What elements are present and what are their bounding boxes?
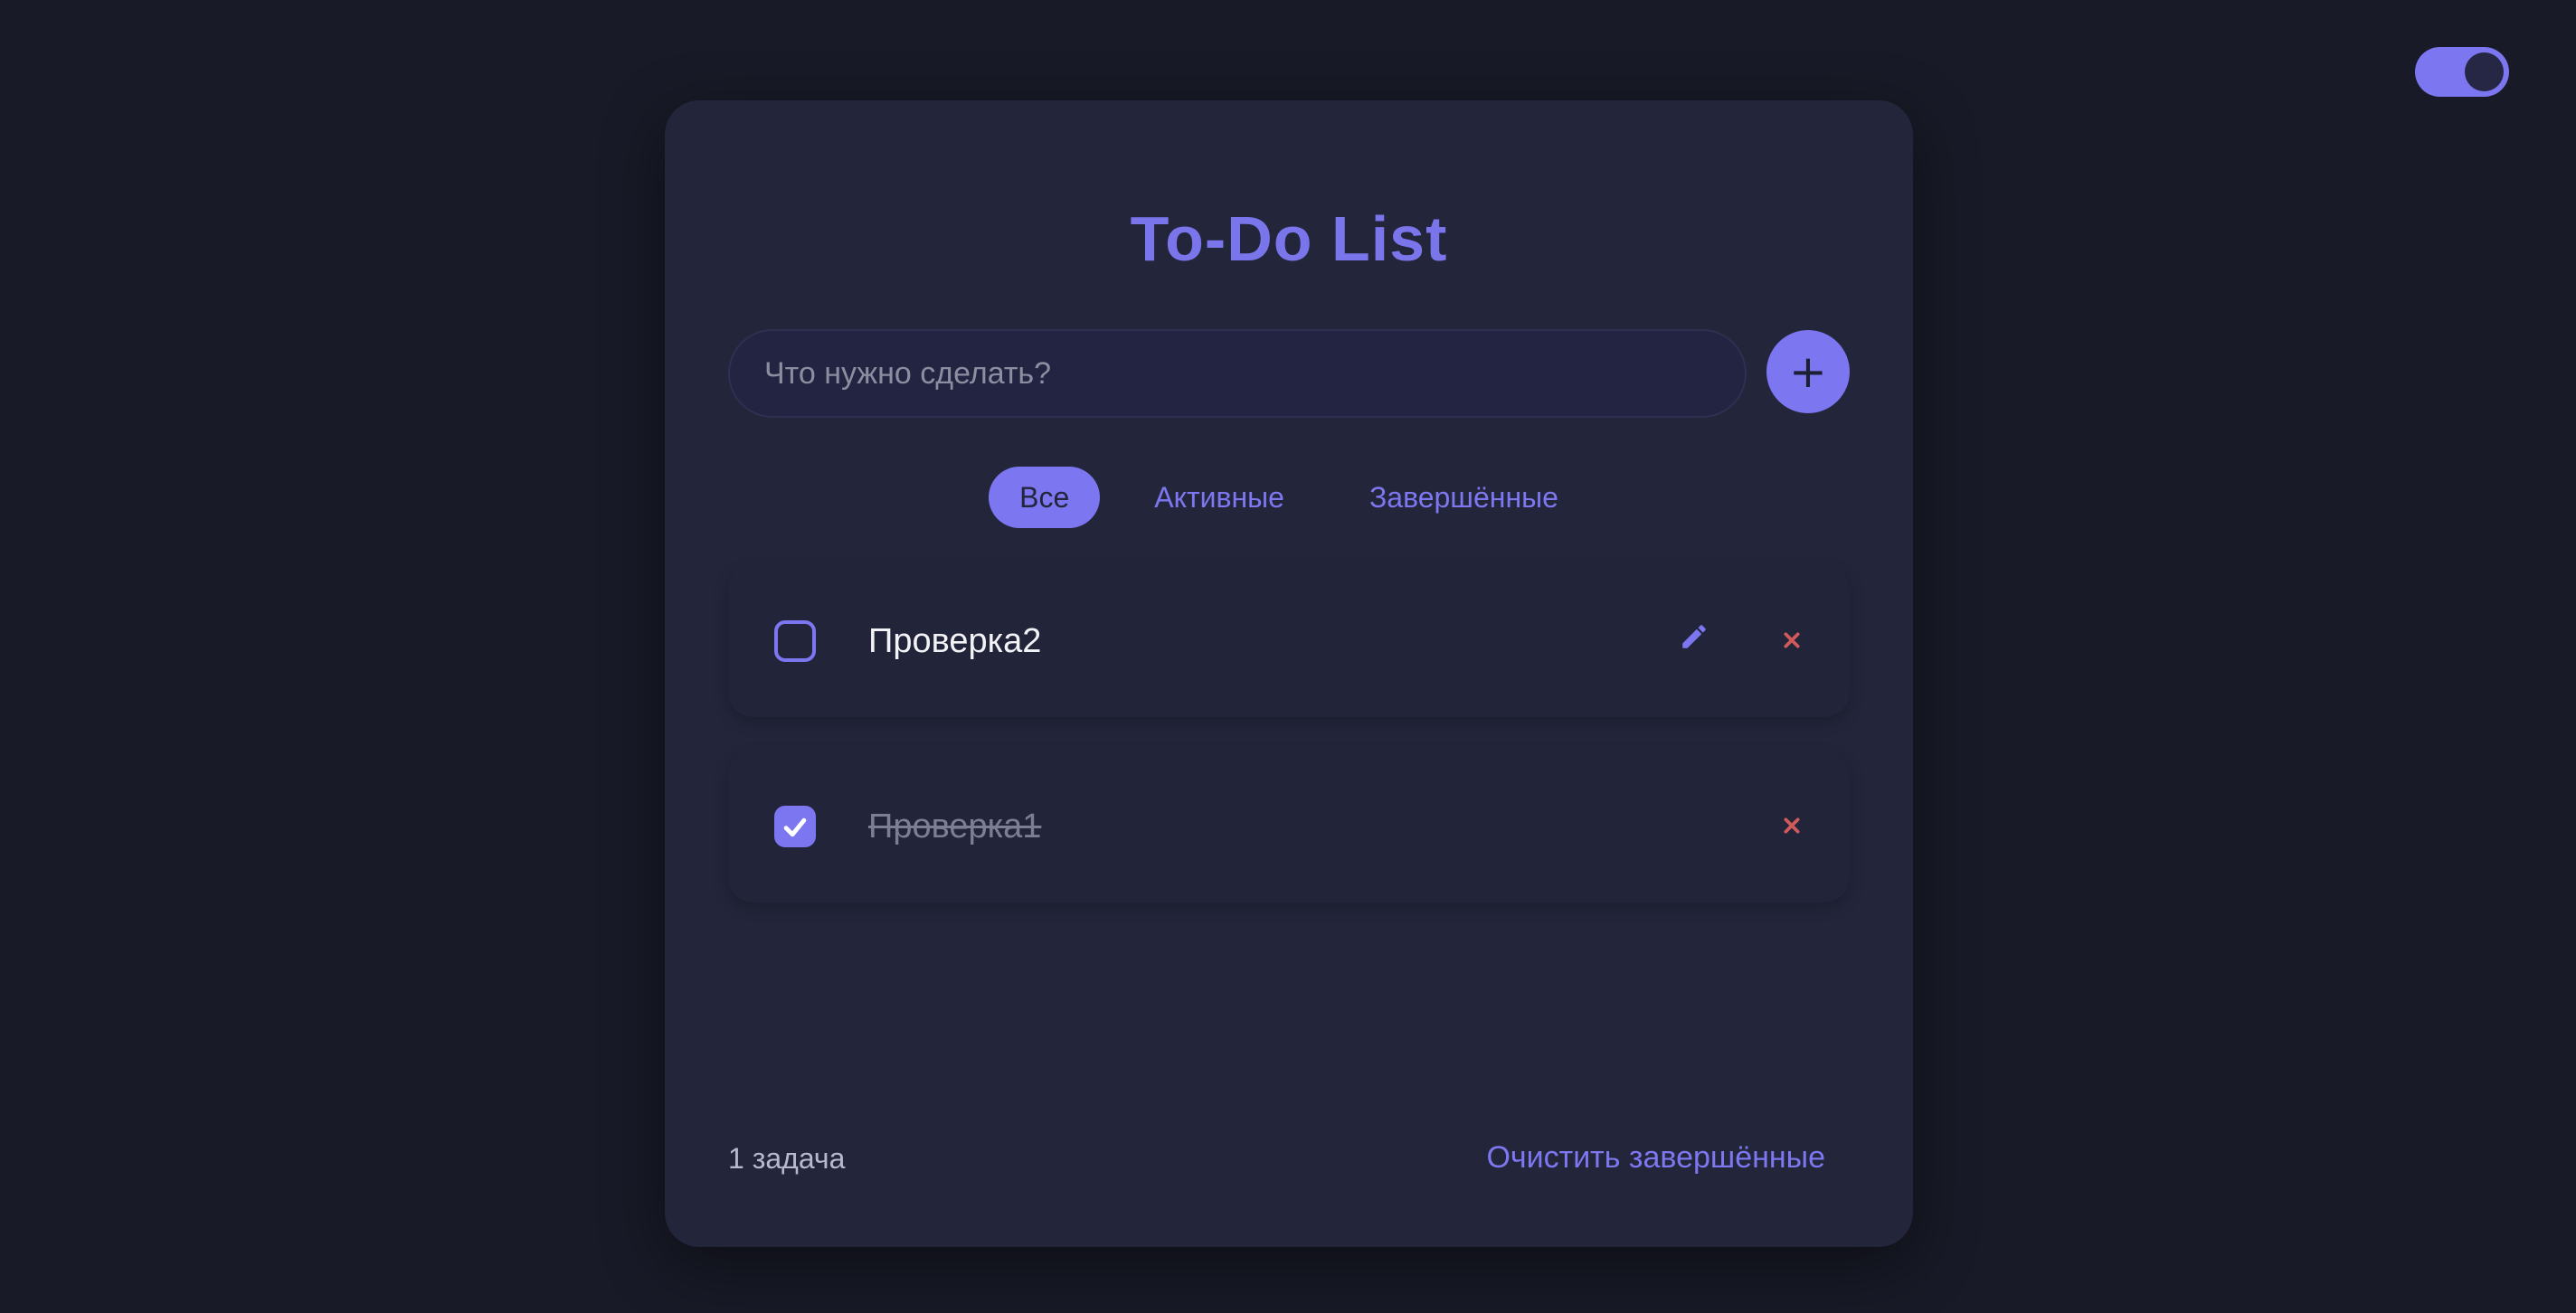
add-task-button[interactable]: + — [1766, 330, 1850, 413]
close-icon[interactable] — [1777, 811, 1806, 840]
filter-tab-completed[interactable]: Завершённые — [1339, 467, 1589, 528]
pencil-icon[interactable] — [1679, 621, 1709, 652]
filter-tab-all[interactable]: Все — [989, 467, 1101, 528]
todo-card: To-Do List + Все Активные Завершённые Пр… — [665, 100, 1913, 1247]
filter-tab-active[interactable]: Активные — [1123, 467, 1315, 528]
theme-toggle[interactable] — [2415, 47, 2509, 97]
todo-checkbox[interactable] — [774, 620, 816, 662]
checkmark-icon — [783, 817, 807, 837]
task-count: 1 задача — [728, 1142, 846, 1175]
todo-text[interactable]: Проверка2 — [868, 620, 1041, 662]
todo-list: Проверка2 Проверка1 — [728, 565, 1850, 936]
new-task-input[interactable] — [728, 329, 1747, 418]
todo-item: Проверка2 — [728, 565, 1850, 717]
todo-item: Проверка1 — [728, 751, 1850, 902]
page-title: To-Do List — [1130, 203, 1448, 274]
theme-toggle-knob — [2465, 52, 2504, 91]
clear-completed-button[interactable]: Очистить завершённые — [1486, 1140, 1825, 1176]
close-icon[interactable] — [1777, 626, 1806, 655]
todo-checkbox[interactable] — [774, 806, 816, 847]
filter-tabs: Все Активные Завершённые — [665, 467, 1913, 528]
todo-text[interactable]: Проверка1 — [868, 806, 1041, 847]
